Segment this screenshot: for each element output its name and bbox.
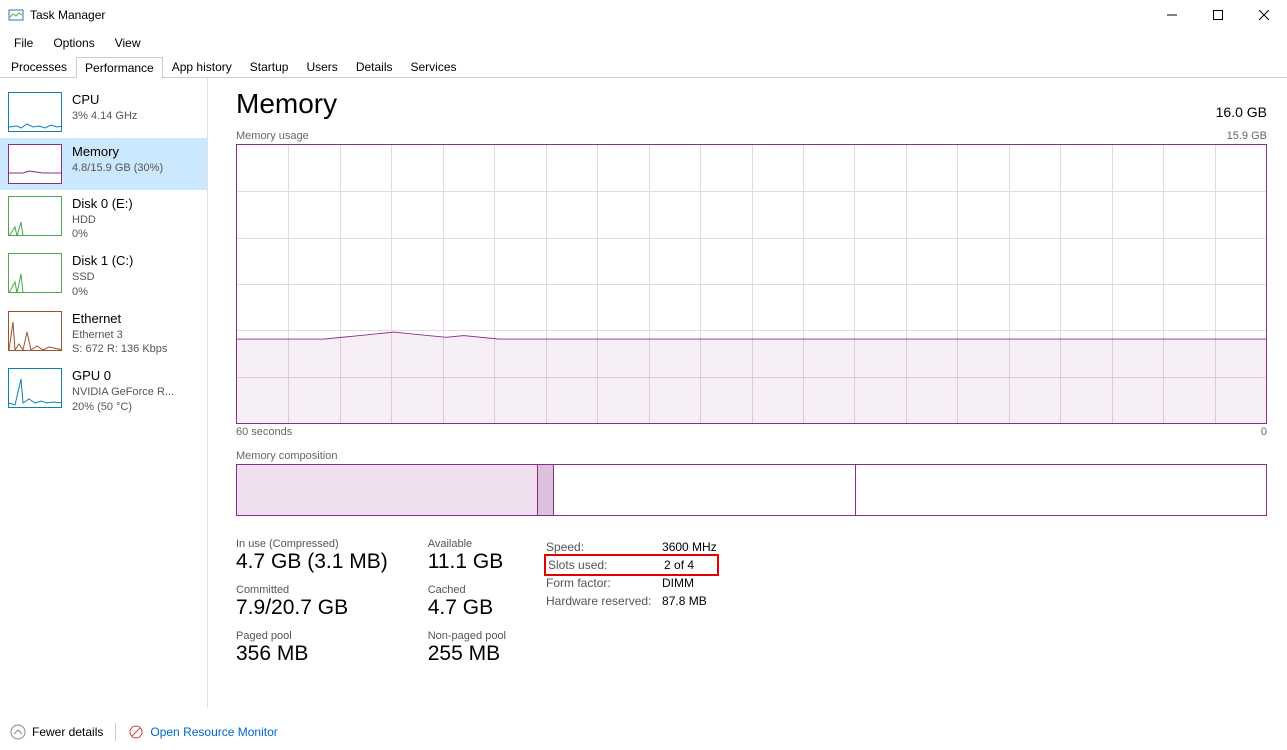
tab-startup[interactable]: Startup (241, 56, 298, 77)
sidebar-gpu-title: GPU 0 (72, 368, 174, 385)
chevron-up-icon (10, 724, 26, 740)
sidebar-disk1-title: Disk 1 (C:) (72, 253, 133, 270)
sidebar-memory-sub: 4.8/15.9 GB (30%) (72, 161, 163, 175)
menu-bar: File Options View (0, 30, 1287, 56)
slots-row-highlighted: Slots used: 2 of 4 (544, 554, 719, 576)
tab-details[interactable]: Details (347, 56, 402, 77)
usage-label: Memory usage (236, 130, 309, 142)
menu-view[interactable]: View (107, 34, 149, 52)
footer-bar: Fewer details Open Resource Monitor (0, 714, 1287, 750)
monitor-icon (128, 724, 144, 740)
inuse-label: In use (Compressed) (236, 538, 388, 550)
window-controls (1149, 0, 1287, 30)
sidebar-disk0-sub: HDD (72, 213, 133, 227)
speed-value: 3600 MHz (662, 538, 717, 556)
sidebar-disk0-title: Disk 0 (E:) (72, 196, 133, 213)
sidebar: CPU 3% 4.14 GHz Memory 4.8/15.9 GB (30%)… (0, 78, 208, 708)
paged-label: Paged pool (236, 630, 388, 642)
maximize-button[interactable] (1195, 0, 1241, 30)
main-area: CPU 3% 4.14 GHz Memory 4.8/15.9 GB (30%)… (0, 78, 1287, 708)
sidebar-item-disk0[interactable]: Disk 0 (E:) HDD 0% (0, 190, 207, 247)
form-value: DIMM (662, 574, 694, 592)
title-bar: Task Manager (0, 0, 1287, 30)
sidebar-item-cpu[interactable]: CPU 3% 4.14 GHz (0, 86, 207, 138)
menu-file[interactable]: File (6, 34, 41, 52)
memory-usage-chart (236, 144, 1267, 424)
app-icon (8, 7, 24, 23)
form-label: Form factor: (546, 574, 662, 592)
gpu-thumb (8, 368, 62, 408)
sidebar-disk0-sub2: 0% (72, 227, 133, 241)
sidebar-disk1-sub2: 0% (72, 285, 133, 299)
open-resource-monitor-link[interactable]: Open Resource Monitor (128, 724, 277, 740)
menu-options[interactable]: Options (45, 34, 102, 52)
close-button[interactable] (1241, 0, 1287, 30)
sidebar-eth-title: Ethernet (72, 311, 167, 328)
sidebar-disk1-sub: SSD (72, 270, 133, 284)
speed-label: Speed: (546, 538, 662, 556)
tab-services[interactable]: Services (402, 56, 466, 77)
sidebar-cpu-title: CPU (72, 92, 137, 109)
tab-processes[interactable]: Processes (2, 56, 76, 77)
committed-label: Committed (236, 584, 388, 596)
reserved-value: 87.8 MB (662, 592, 707, 610)
content-area: Memory 16.0 GB Memory usage 15.9 GB 60 s… (208, 78, 1287, 708)
slots-value: 2 of 4 (664, 556, 694, 574)
available-value: 11.1 GB (428, 550, 506, 574)
specs-table: Speed: 3600 MHz Slots used: 2 of 4 Form … (546, 538, 717, 610)
sidebar-gpu-sub2: 20% (50 °C) (72, 400, 174, 414)
ethernet-thumb (8, 311, 62, 351)
disk1-thumb (8, 253, 62, 293)
sidebar-item-ethernet[interactable]: Ethernet Ethernet 3 S: 672 R: 136 Kbps (0, 305, 207, 362)
sidebar-cpu-sub: 3% 4.14 GHz (72, 109, 137, 123)
composition-label: Memory composition (236, 450, 1267, 462)
stats-area: In use (Compressed) 4.7 GB (3.1 MB) Comm… (236, 538, 1267, 676)
fewer-details-button[interactable]: Fewer details (10, 724, 103, 740)
cpu-thumb (8, 92, 62, 132)
sidebar-memory-title: Memory (72, 144, 163, 161)
sidebar-item-memory[interactable]: Memory 4.8/15.9 GB (30%) (0, 138, 207, 190)
footer-separator (115, 723, 116, 741)
paged-value: 356 MB (236, 642, 388, 666)
sidebar-item-disk1[interactable]: Disk 1 (C:) SSD 0% (0, 247, 207, 304)
nonpaged-label: Non-paged pool (428, 630, 506, 642)
sidebar-eth-sub: Ethernet 3 (72, 328, 167, 342)
committed-value: 7.9/20.7 GB (236, 596, 388, 620)
disk0-thumb (8, 196, 62, 236)
tab-app-history[interactable]: App history (163, 56, 241, 77)
available-label: Available (428, 538, 506, 550)
tab-users[interactable]: Users (297, 56, 346, 77)
sidebar-eth-sub2: S: 672 R: 136 Kbps (72, 342, 167, 356)
tab-performance[interactable]: Performance (76, 57, 163, 78)
sidebar-item-gpu[interactable]: GPU 0 NVIDIA GeForce R... 20% (50 °C) (0, 362, 207, 419)
slots-label: Slots used: (548, 556, 664, 574)
inuse-value: 4.7 GB (3.1 MB) (236, 550, 388, 574)
tab-bar: Processes Performance App history Startu… (0, 56, 1287, 78)
sidebar-gpu-sub: NVIDIA GeForce R... (72, 385, 174, 399)
cached-value: 4.7 GB (428, 596, 506, 620)
fewer-details-label: Fewer details (32, 725, 103, 739)
nonpaged-value: 255 MB (428, 642, 506, 666)
cached-label: Cached (428, 584, 506, 596)
memory-thumb (8, 144, 62, 184)
time-left: 60 seconds (236, 426, 292, 438)
page-title: Memory (236, 88, 337, 120)
usage-max: 15.9 GB (1227, 130, 1267, 142)
reserved-label: Hardware reserved: (546, 592, 662, 610)
window-title: Task Manager (30, 8, 1149, 22)
memory-composition-bar (236, 464, 1267, 516)
total-memory: 16.0 GB (1216, 104, 1267, 120)
minimize-button[interactable] (1149, 0, 1195, 30)
time-right: 0 (1261, 426, 1267, 438)
resource-monitor-label: Open Resource Monitor (150, 725, 277, 739)
